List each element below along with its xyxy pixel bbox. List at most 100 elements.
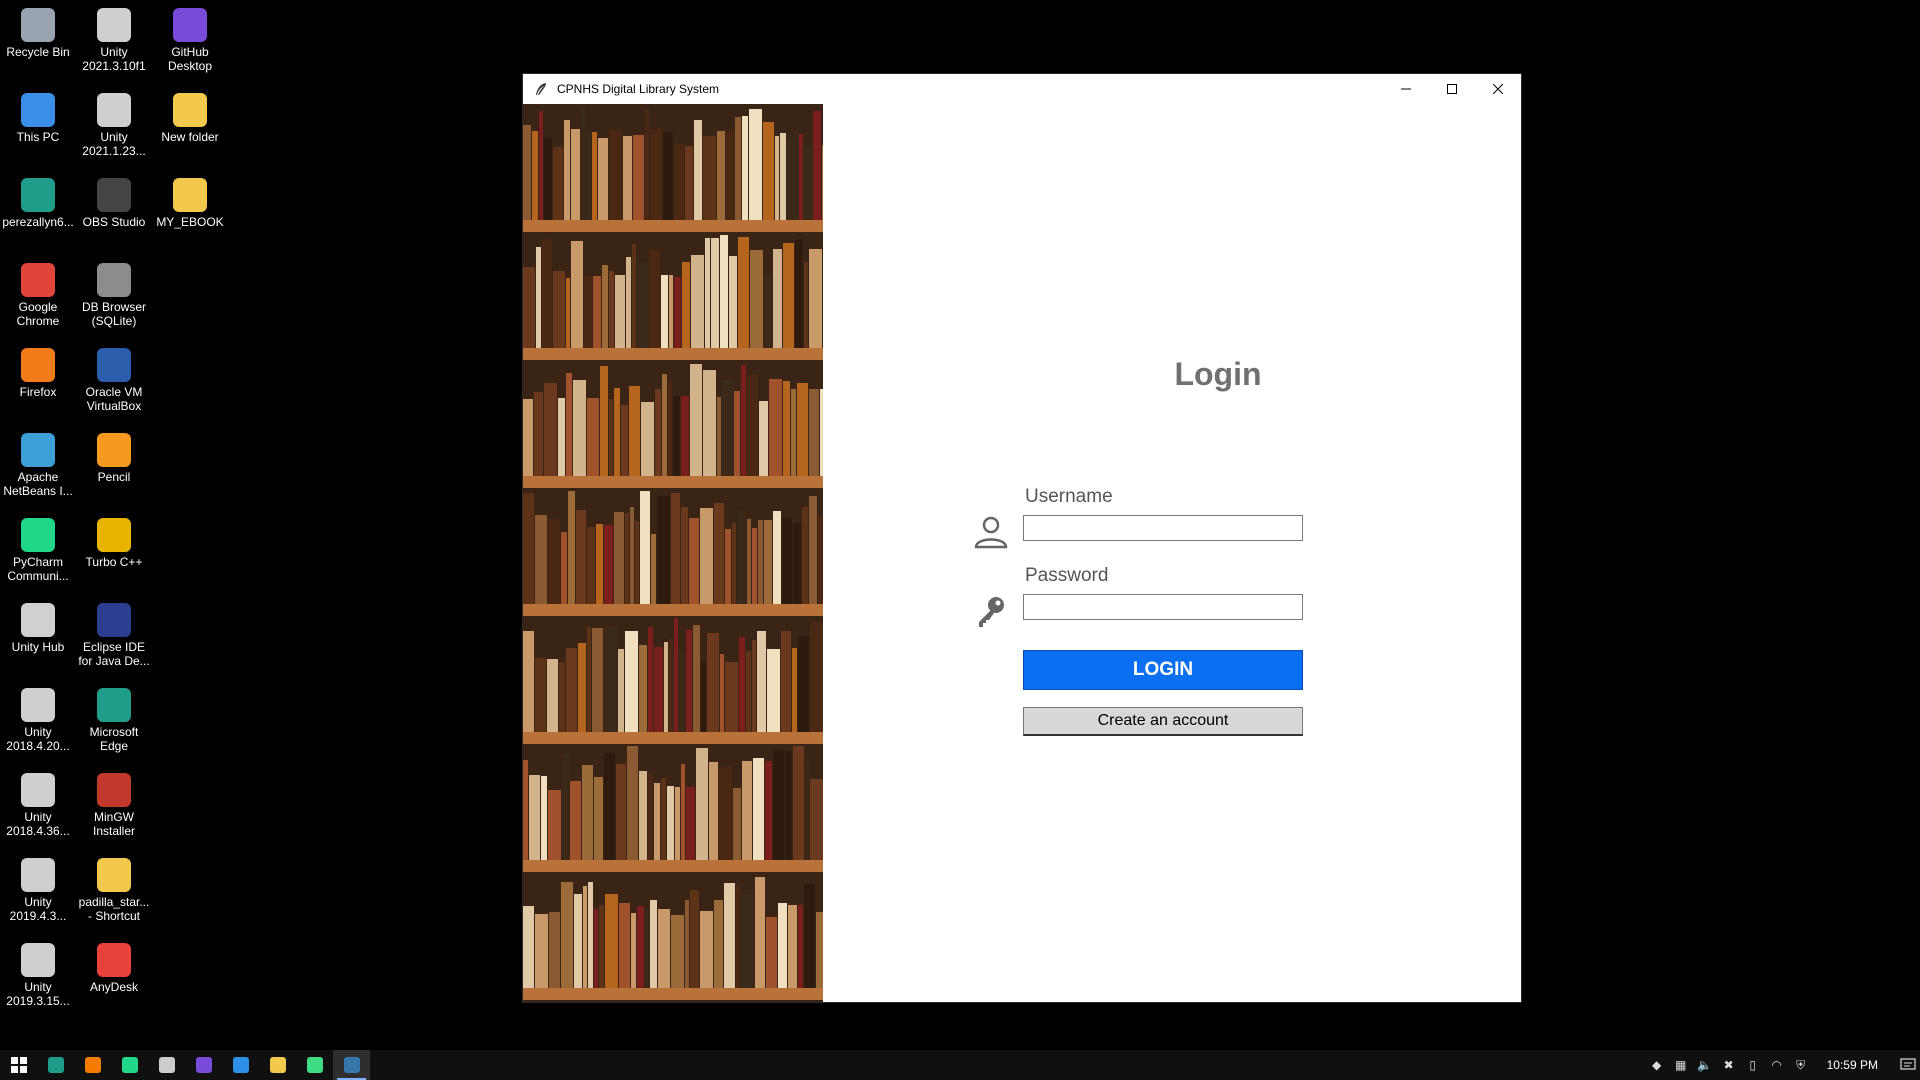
bookshelf-illustration — [523, 108, 823, 1000]
minimize-icon — [1401, 88, 1411, 90]
book-spine — [798, 636, 809, 732]
book-spine — [587, 527, 595, 604]
book-spine — [568, 491, 575, 604]
desktop-icon[interactable]: Apache NetBeans I... — [0, 429, 76, 498]
battery-icon[interactable]: ▯ — [1741, 1050, 1765, 1080]
book-spine — [769, 379, 782, 476]
book-spine — [649, 250, 660, 348]
book-spine — [759, 401, 768, 476]
book-spine — [600, 366, 608, 476]
close-button[interactable] — [1475, 74, 1521, 104]
desktop-icon-label: padilla_star... - Shortcut — [78, 895, 150, 923]
book-spine — [747, 375, 758, 476]
pycharm-icon — [121, 1057, 138, 1073]
desktop-icon[interactable]: PyCharm Communi... — [0, 514, 76, 583]
book-spine — [707, 633, 719, 732]
book-spine — [753, 758, 764, 860]
network-monitor-icon[interactable]: ▦ — [1669, 1050, 1693, 1080]
book-spine — [822, 145, 823, 220]
anydesk-tray-icon[interactable]: ◆ — [1645, 1050, 1669, 1080]
taskbar-item[interactable] — [148, 1050, 185, 1080]
desktop-icon[interactable]: AnyDesk — [76, 939, 152, 994]
desktop-icon[interactable]: Unity 2019.3.15... — [0, 939, 76, 1008]
taskbar-item[interactable] — [0, 1050, 37, 1080]
password-input[interactable] — [1023, 594, 1303, 620]
book-spine — [566, 648, 577, 732]
desktop-icon[interactable]: Microsoft Edge — [76, 684, 152, 753]
book-spine — [809, 249, 822, 348]
firefox-icon — [21, 348, 55, 382]
shelf-plank — [523, 860, 823, 872]
taskbar-item[interactable] — [74, 1050, 111, 1080]
desktop-icon[interactable]: GitHub Desktop — [152, 4, 228, 73]
book-spine — [645, 908, 649, 988]
book-spine — [664, 642, 668, 732]
book-spine — [690, 890, 699, 988]
book-spine — [782, 518, 792, 604]
book-spine — [720, 654, 724, 732]
desktop-icon[interactable]: MinGW Installer — [76, 769, 152, 838]
book-spine — [574, 894, 582, 988]
desktop-icon[interactable]: Eclipse IDE for Java De... — [76, 599, 152, 668]
book-spine — [618, 649, 624, 732]
book-spine — [733, 788, 741, 860]
desktop-icon[interactable]: Oracle VM VirtualBox — [76, 344, 152, 413]
notification-icon[interactable] — [1896, 1050, 1920, 1080]
taskbar-item[interactable] — [259, 1050, 296, 1080]
title-bar[interactable]: CPNHS Digital Library System — [523, 74, 1521, 104]
desktop-icon[interactable]: Unity 2021.3.10f1 — [76, 4, 152, 73]
desktop-icon[interactable]: perezallyn6... — [0, 174, 76, 229]
maximize-button[interactable] — [1429, 74, 1475, 104]
book-spine — [635, 521, 639, 604]
desktop-icon[interactable]: OBS Studio — [76, 174, 152, 229]
clock[interactable]: 10:59 PM — [1827, 1058, 1878, 1072]
book-spine — [587, 627, 591, 732]
desktop-icon[interactable]: Unity 2019.4.3... — [0, 854, 76, 923]
book-spine — [586, 131, 591, 220]
desktop-icon[interactable]: Unity 2018.4.36... — [0, 769, 76, 838]
desktop-icon[interactable]: Google Chrome — [0, 259, 76, 328]
book-spine — [648, 627, 653, 732]
username-label: Username — [1025, 486, 1113, 507]
desktop-icon[interactable]: Recycle Bin — [0, 4, 76, 59]
volume-icon[interactable]: 🔈 — [1693, 1050, 1717, 1080]
desktop-icon[interactable]: This PC — [0, 89, 76, 144]
taskbar-item[interactable] — [296, 1050, 333, 1080]
taskbar-item[interactable] — [222, 1050, 259, 1080]
wifi-icon[interactable]: ◠ — [1765, 1050, 1789, 1080]
book-spine — [534, 392, 543, 476]
book-spine — [658, 909, 670, 988]
taskbar-item[interactable] — [185, 1050, 222, 1080]
book-spine — [674, 144, 684, 220]
book-spine — [536, 247, 541, 348]
desktop-icon[interactable]: MY_EBOOK — [152, 174, 228, 229]
create-account-button[interactable]: Create an account — [1023, 707, 1303, 736]
book-spine — [767, 649, 780, 732]
taskbar-item[interactable] — [333, 1050, 370, 1080]
username-input[interactable] — [1023, 515, 1303, 541]
xampp-tray-icon[interactable]: ✖ — [1717, 1050, 1741, 1080]
book-spine — [674, 618, 678, 732]
desktop-icon[interactable]: Turbo C++ — [76, 514, 152, 569]
desktop-icon[interactable]: Firefox — [0, 344, 76, 399]
desktop-icon[interactable]: Pencil — [76, 429, 152, 484]
minimize-button[interactable] — [1383, 74, 1429, 104]
desktop-icon[interactable]: New folder — [152, 89, 228, 144]
desktop-icon-label: Google Chrome — [16, 300, 60, 328]
security-icon[interactable]: ⛨ — [1789, 1050, 1813, 1080]
desktop-icon-label: MY_EBOOK — [156, 215, 224, 229]
github-desktop-icon — [195, 1057, 212, 1073]
desktop-icon[interactable]: Unity 2021.1.23... — [76, 89, 152, 158]
desktop-icon[interactable]: Unity 2018.4.20... — [0, 684, 76, 753]
desktop-icon[interactable]: Unity Hub — [0, 599, 76, 654]
desktop-icon[interactable]: DB Browser (SQLite) — [76, 259, 152, 328]
db-browser-icon — [97, 263, 131, 297]
desktop-icon[interactable]: padilla_star... - Shortcut — [76, 854, 152, 923]
taskbar-item[interactable] — [111, 1050, 148, 1080]
book-spine — [581, 108, 585, 220]
taskbar-item[interactable] — [37, 1050, 74, 1080]
desktop-icon-label: perezallyn6... — [2, 215, 74, 229]
login-button[interactable]: LOGIN — [1023, 650, 1303, 690]
book-spine — [701, 662, 706, 732]
book-spine — [783, 381, 790, 476]
